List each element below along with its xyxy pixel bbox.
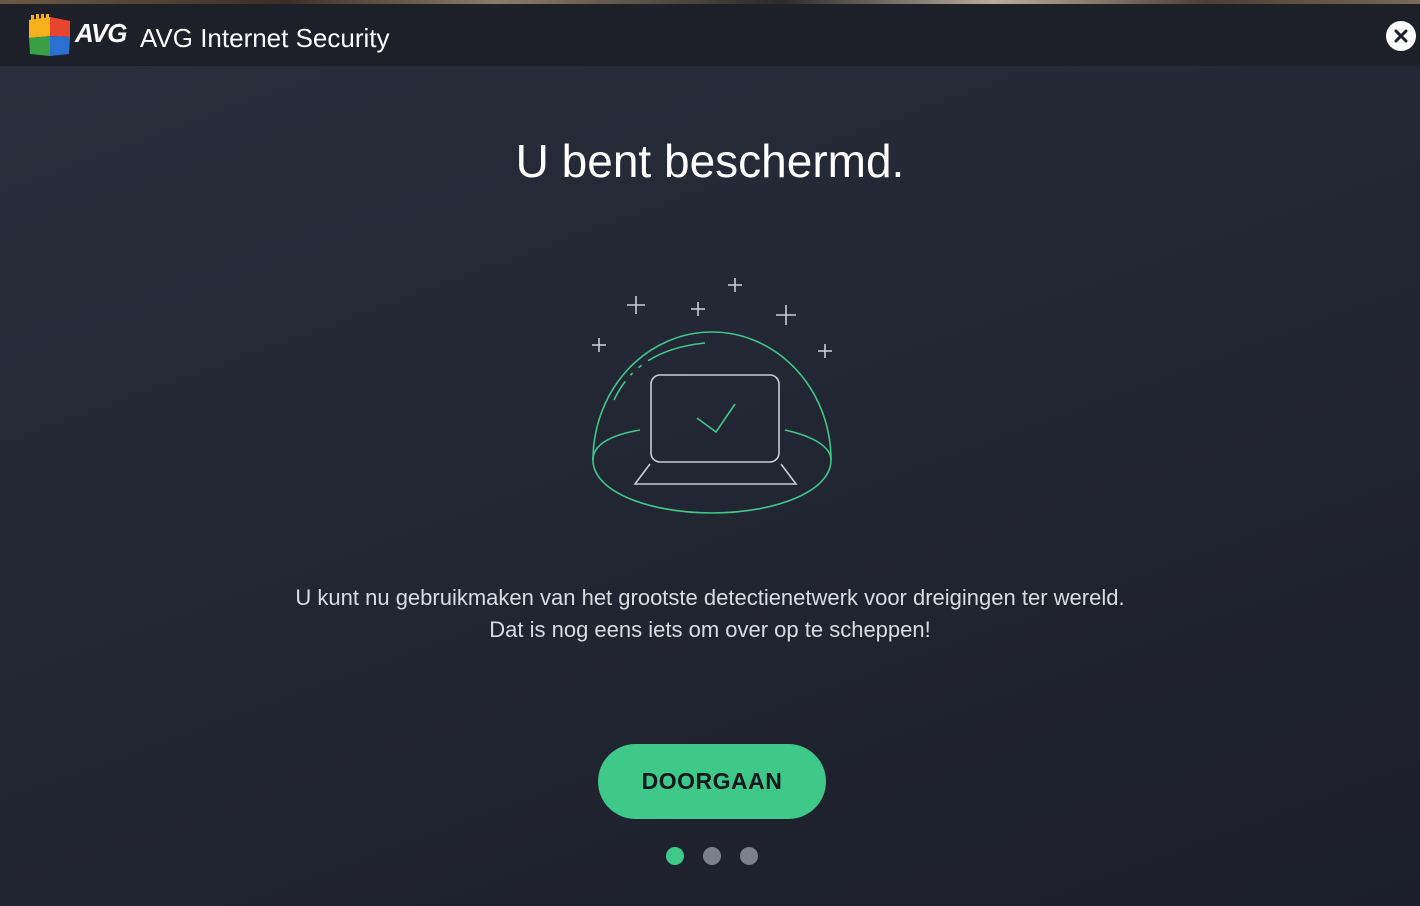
- pagination-dot-2[interactable]: [703, 847, 721, 865]
- close-button[interactable]: [1386, 21, 1416, 51]
- pagination-dots: [665, 847, 765, 867]
- close-icon: [1394, 29, 1408, 43]
- protected-laptop-dome-icon: [592, 278, 832, 514]
- description-line-2: Dat is nog eens iets om over op te schep…: [489, 617, 931, 642]
- pagination-dot-3[interactable]: [740, 847, 758, 865]
- sparkle-icons: [592, 278, 832, 358]
- app-title: AVG Internet Security: [140, 23, 390, 53]
- brand-wordmark: AVG: [75, 18, 127, 48]
- description-line-1: U kunt nu gebruikmaken van het grootste …: [295, 585, 1125, 610]
- title-bar: AVG AVG Internet Security: [0, 4, 1420, 66]
- continue-button[interactable]: DOORGAAN: [598, 744, 826, 819]
- pagination-dot-1[interactable]: [666, 847, 684, 865]
- avg-logo-icon: [29, 14, 70, 56]
- description: U kunt nu gebruikmaken van het grootste …: [0, 582, 1420, 646]
- page-title: U bent beschermd.: [515, 135, 905, 187]
- app-window: AVG AVG Internet Security U bent bescher…: [0, 0, 1420, 906]
